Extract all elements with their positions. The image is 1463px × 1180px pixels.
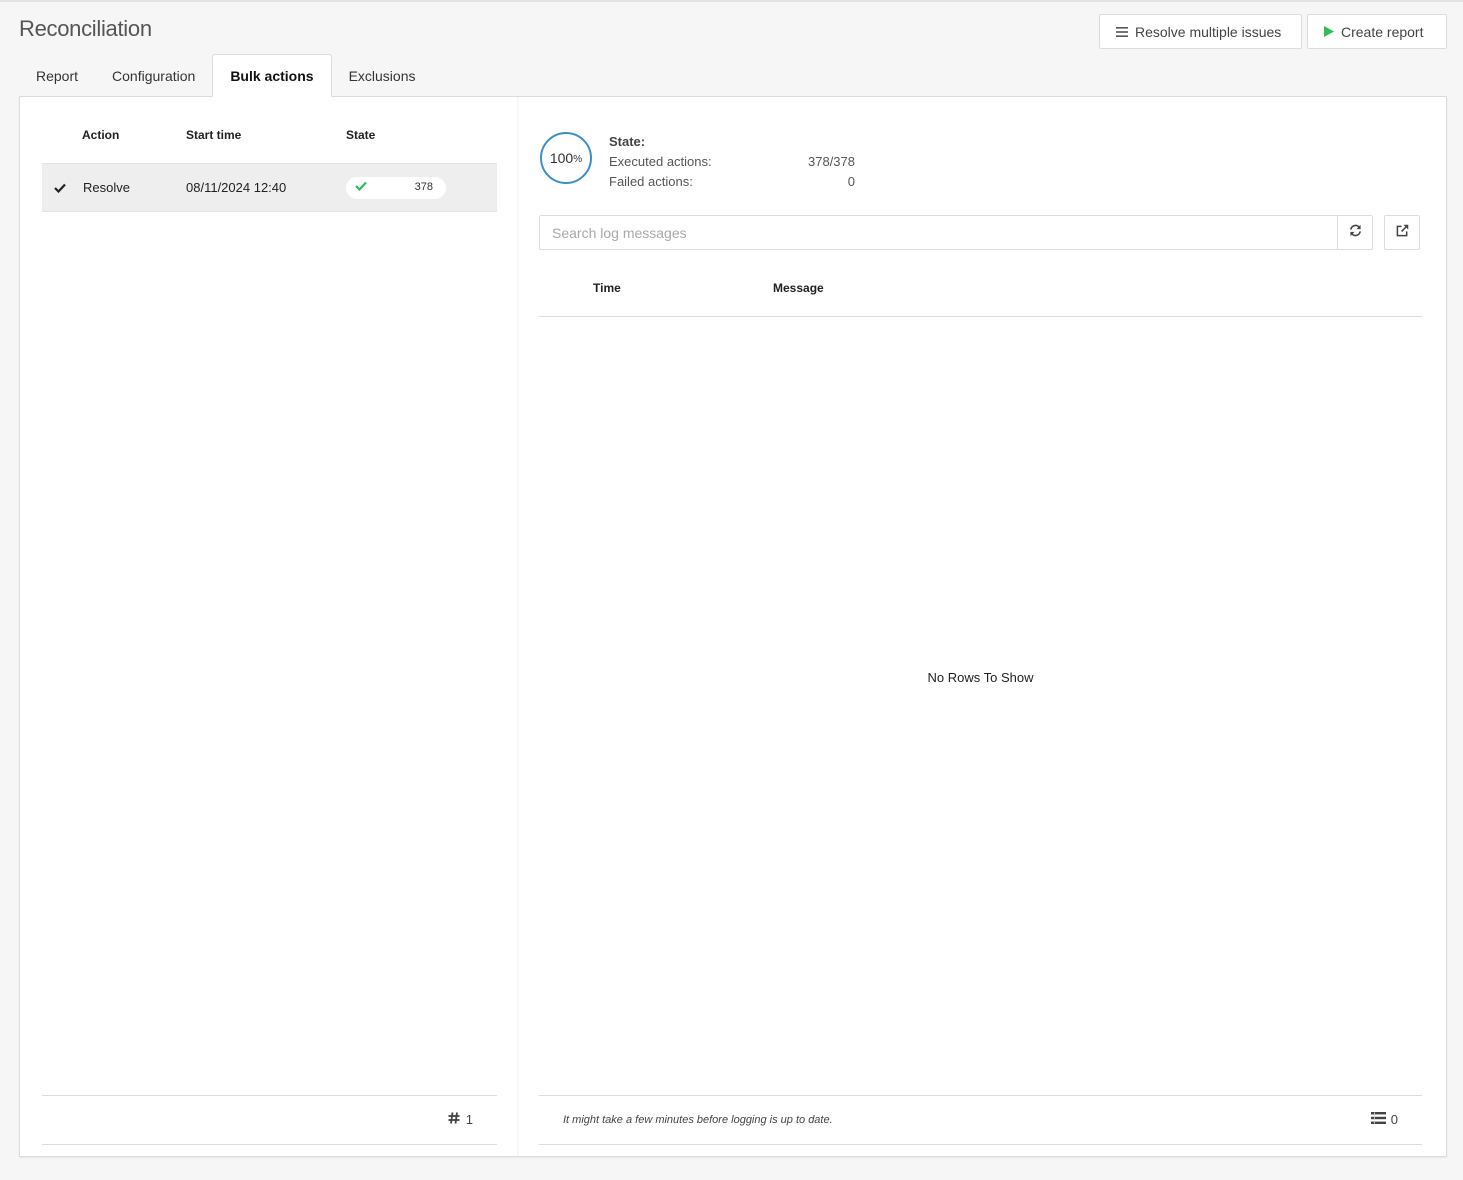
logging-hint: It might take a few minutes before loggi…	[563, 1114, 833, 1126]
tab-configuration[interactable]: Configuration	[95, 54, 212, 97]
log-grid-header: Time Message	[539, 269, 1422, 317]
column-header-start-time[interactable]: Start time	[186, 128, 241, 142]
refresh-icon	[1349, 224, 1362, 242]
external-link-icon	[1396, 224, 1409, 242]
executed-actions-label: Executed actions:	[609, 154, 712, 169]
progress-unit: %	[573, 154, 583, 165]
resolve-multiple-issues-button[interactable]: Resolve multiple issues	[1099, 14, 1302, 49]
state-label: State:	[609, 134, 646, 149]
create-report-label: Create report	[1341, 23, 1424, 40]
failed-actions-value: 0	[847, 174, 855, 189]
tab-exclusions[interactable]: Exclusions	[332, 54, 433, 97]
action-stats: State: Executed actions: 378/378 Failed …	[609, 134, 855, 194]
top-actions: Resolve multiple issues Create report	[1099, 14, 1447, 49]
panel-splitter[interactable]	[517, 97, 519, 1156]
log-search-bar	[539, 215, 1422, 251]
page-title: Reconciliation	[19, 16, 152, 41]
tab-bulk-actions[interactable]: Bulk actions	[212, 54, 332, 97]
log-count: 0	[1390, 1112, 1398, 1127]
executed-actions-value: 378/378	[808, 154, 855, 169]
check-icon	[54, 181, 66, 196]
tab-bar: Report Configuration Bulk actions Exclus…	[19, 54, 432, 97]
row-action: Resolve	[83, 180, 130, 195]
success-check-icon	[355, 181, 367, 194]
empty-state-text: No Rows To Show	[927, 670, 1034, 685]
hash-icon	[448, 1112, 460, 1127]
resolve-multiple-issues-label: Resolve multiple issues	[1135, 23, 1282, 40]
column-header-state[interactable]: State	[346, 128, 375, 142]
create-report-button[interactable]: Create report	[1307, 14, 1447, 49]
row-start-time: 08/11/2024 12:40	[186, 180, 287, 195]
column-header-action[interactable]: Action	[82, 128, 119, 142]
progress-circle: 100%	[540, 132, 592, 184]
row-count: 1	[465, 1112, 473, 1127]
state-badge: 378	[346, 177, 446, 199]
actions-grid-header: Action Start time State	[42, 119, 498, 153]
failed-actions-label: Failed actions:	[609, 174, 693, 189]
state-count: 378	[414, 181, 433, 193]
table-row[interactable]: Resolve 08/11/2024 12:40 378	[42, 163, 497, 212]
bulk-actions-panel: Action Start time State Resolve 08/11/20…	[19, 96, 1447, 1157]
action-detail: 100% State: Executed actions: 378/378 Fa…	[539, 97, 1422, 1156]
actions-grid: Action Start time State Resolve 08/11/20…	[42, 97, 498, 1156]
list-icon	[1116, 26, 1128, 37]
tab-report[interactable]: Report	[19, 54, 95, 97]
search-log-input[interactable]	[539, 215, 1338, 250]
log-grid-footer: It might take a few minutes before loggi…	[539, 1095, 1422, 1145]
actions-grid-footer: 1	[42, 1095, 497, 1145]
open-external-button[interactable]	[1384, 215, 1420, 250]
progress-value: 100	[549, 150, 574, 166]
column-header-time[interactable]: Time	[593, 281, 621, 295]
column-header-message[interactable]: Message	[773, 281, 824, 295]
play-icon	[1324, 26, 1334, 37]
log-list-icon	[1370, 1112, 1386, 1127]
refresh-button[interactable]	[1337, 215, 1373, 250]
